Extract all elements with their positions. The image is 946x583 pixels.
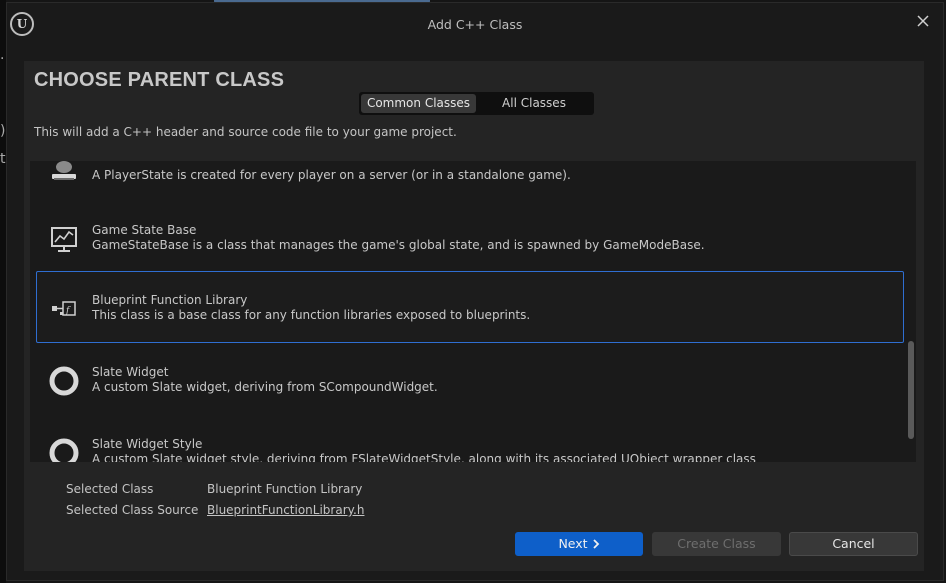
class-item-name: Slate Widget Style xyxy=(92,437,203,451)
slate-widget-style-icon xyxy=(49,438,79,462)
class-item-name: Blueprint Function Library xyxy=(92,293,248,307)
next-button[interactable]: Next xyxy=(515,532,643,556)
parent-class-list[interactable]: A PlayerState is created for every playe… xyxy=(30,161,916,462)
close-icon xyxy=(917,15,929,27)
add-cpp-class-dialog: U Add C++ Class CHOOSE PARENT CLASS Comm… xyxy=(6,2,944,581)
slate-widget-icon xyxy=(49,366,79,396)
selected-class-label: Selected Class xyxy=(66,482,154,496)
class-item-description: A custom Slate widget style, deriving fr… xyxy=(92,452,756,462)
class-item-description: GameStateBase is a class that manages th… xyxy=(92,238,705,252)
content-panel: CHOOSE PARENT CLASS Common Classes All C… xyxy=(24,61,924,571)
next-button-label: Next xyxy=(558,536,588,551)
title-bar: U Add C++ Class xyxy=(7,3,943,45)
chevron-right-icon xyxy=(592,539,599,549)
dialog-description: This will add a C++ header and source co… xyxy=(34,125,457,139)
selected-class-value: Blueprint Function Library xyxy=(207,482,363,496)
create-class-button[interactable]: Create Class xyxy=(652,532,781,556)
class-item-blueprint-function-library[interactable]: f Blueprint Function Library This class … xyxy=(36,271,904,343)
class-item-game-state-base[interactable]: Game State Base GameStateBase is a class… xyxy=(36,201,904,273)
cancel-button[interactable]: Cancel xyxy=(789,532,918,556)
list-scrollbar[interactable] xyxy=(908,341,914,439)
page-heading: CHOOSE PARENT CLASS xyxy=(34,69,285,91)
function-library-icon: f xyxy=(49,294,79,324)
class-item-slate-widget[interactable]: Slate Widget A custom Slate widget, deri… xyxy=(36,343,904,415)
tab-all-classes[interactable]: All Classes xyxy=(476,94,592,113)
game-state-icon xyxy=(49,224,79,254)
background-glyph: · xyxy=(0,51,5,67)
close-button[interactable] xyxy=(913,11,933,31)
selected-class-source-link[interactable]: BlueprintFunctionLibrary.h xyxy=(207,503,364,517)
tab-common-classes[interactable]: Common Classes xyxy=(361,94,476,113)
class-item-name: Slate Widget xyxy=(92,365,169,379)
class-filter-tabs: Common Classes All Classes xyxy=(359,92,594,115)
class-item-slate-widget-style[interactable]: Slate Widget Style A custom Slate widget… xyxy=(36,415,904,462)
class-item-player-state[interactable]: A PlayerState is created for every playe… xyxy=(36,161,904,203)
player-state-icon xyxy=(49,161,79,184)
selected-class-source-label: Selected Class Source xyxy=(66,503,199,517)
window-title: Add C++ Class xyxy=(427,17,523,32)
background-glyph: t xyxy=(0,151,6,167)
class-item-name: Game State Base xyxy=(92,223,197,237)
background-glyph: ) xyxy=(0,123,6,139)
class-item-description: This class is a base class for any funct… xyxy=(92,308,531,322)
class-item-description: A custom Slate widget, deriving from SCo… xyxy=(92,380,438,394)
class-item-description: A PlayerState is created for every playe… xyxy=(92,168,571,182)
